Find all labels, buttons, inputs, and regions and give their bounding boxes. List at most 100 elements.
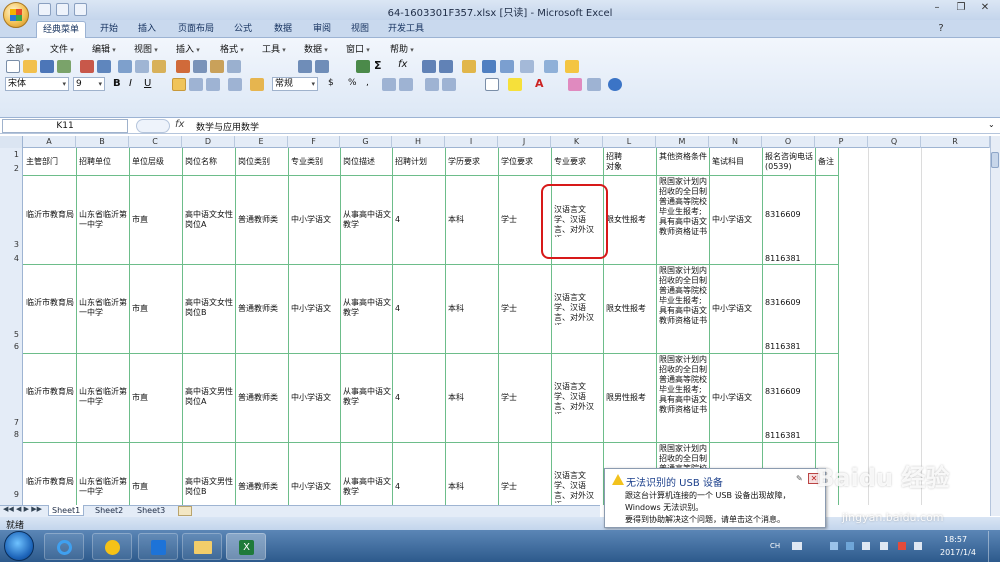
insert-sheet-icon[interactable] — [178, 506, 192, 516]
zoom-icon[interactable] — [520, 60, 534, 73]
cell[interactable]: 市直 — [131, 393, 181, 403]
col-header-q[interactable]: Q — [868, 136, 921, 148]
shield-icon[interactable] — [846, 542, 854, 550]
vertical-scrollbar[interactable] — [990, 136, 1000, 516]
font-color-icon[interactable]: A — [535, 77, 544, 90]
col-header-j[interactable]: J — [498, 136, 551, 148]
sheet-tab-2[interactable]: Sheet2 — [92, 505, 126, 516]
comma-icon[interactable]: , — [366, 78, 369, 88]
expand-formula-icon[interactable]: ⌄ — [988, 120, 995, 129]
header-cell[interactable]: 岗位名称 — [184, 157, 234, 167]
header-cell[interactable]: 学历要求 — [447, 157, 497, 167]
name-box[interactable]: K11 — [2, 119, 128, 133]
autosum-icon[interactable]: Σ — [374, 59, 382, 72]
show-desktop-button[interactable] — [988, 531, 1000, 562]
align-center-icon[interactable] — [189, 78, 203, 91]
percent-icon[interactable]: % — [348, 78, 357, 88]
cell[interactable]: 本科 — [447, 393, 497, 403]
row-header-6[interactable]: 6 — [0, 342, 23, 354]
cell[interactable]: 山东省临沂第一中学 — [78, 210, 128, 232]
media-app-icon[interactable] — [138, 533, 178, 560]
sheet-nav-icon[interactable]: ◀◀ ◀ ▶ ▶▶ — [3, 505, 42, 513]
col-header-p[interactable]: P — [815, 136, 868, 148]
bold-button[interactable]: B — [113, 78, 121, 89]
office-button[interactable] — [3, 2, 29, 28]
cell[interactable]: 中小学语文 — [711, 304, 761, 314]
col-header-r[interactable]: R — [921, 136, 990, 148]
clipboard-icon[interactable] — [227, 60, 241, 73]
styles-icon[interactable] — [568, 78, 582, 91]
print-icon[interactable] — [80, 60, 94, 73]
cell[interactable]: 普通教师类 — [237, 215, 287, 225]
cut-icon[interactable] — [176, 60, 190, 73]
cell[interactable]: 限女性报考 — [605, 304, 655, 314]
cell[interactable]: 限国家计划内招收的全日制普通高等院校毕业生报考;具有高中语文教师资格证书 — [658, 266, 708, 352]
chart-icon[interactable] — [482, 60, 496, 73]
print-preview-icon[interactable] — [97, 60, 111, 73]
cell[interactable]: 汉语言文学、汉语言、对外汉语 — [553, 471, 601, 503]
menu-all[interactable]: 全部 — [6, 42, 30, 55]
cell[interactable]: 汉语言文学、汉语言、对外汉语 — [553, 382, 601, 414]
header-cell[interactable]: 专业类别 — [290, 157, 339, 167]
select-all-button[interactable] — [0, 136, 23, 148]
copy-icon[interactable] — [193, 60, 207, 73]
col-header-l[interactable]: L — [603, 136, 656, 148]
find-icon[interactable] — [587, 78, 601, 91]
increase-indent-icon[interactable] — [442, 78, 456, 91]
language-indicator[interactable]: CH — [770, 542, 780, 550]
chat-app-icon[interactable] — [92, 533, 132, 560]
office-help-icon[interactable] — [565, 60, 579, 73]
header-cell[interactable]: 岗位类别 — [237, 157, 287, 167]
col-header-n[interactable]: N — [709, 136, 762, 148]
menu-help[interactable]: 帮助 — [390, 42, 414, 55]
decrease-decimal-icon[interactable] — [399, 78, 413, 91]
macro-icon[interactable] — [544, 60, 558, 73]
alert-icon[interactable] — [898, 542, 906, 550]
merge-center-icon[interactable] — [228, 78, 242, 91]
header-cell[interactable]: 笔试科目 — [711, 157, 761, 167]
clock-time[interactable]: 18:57 — [944, 535, 967, 544]
col-header-f[interactable]: F — [288, 136, 340, 148]
cell[interactable]: 4 — [394, 393, 444, 403]
header-cell[interactable]: 主管部门 — [25, 157, 75, 167]
decrease-indent-icon[interactable] — [425, 78, 439, 91]
drawing-icon[interactable] — [500, 60, 514, 73]
fill-color-icon[interactable] — [508, 78, 522, 91]
col-header-g[interactable]: G — [340, 136, 392, 148]
cell[interactable]: 中小学语文 — [290, 482, 339, 492]
function-icon[interactable]: fx — [398, 59, 407, 70]
tab-home[interactable]: 开始 — [92, 21, 126, 38]
tab-review[interactable]: 审阅 — [305, 21, 339, 38]
col-header-b[interactable]: B — [76, 136, 129, 148]
row-header-4[interactable]: 4 — [0, 254, 23, 266]
scrollbar-thumb[interactable] — [991, 152, 999, 168]
usb-icon[interactable] — [880, 542, 888, 550]
header-cell[interactable]: 单位层级 — [131, 157, 181, 167]
col-header-k[interactable]: K — [551, 136, 603, 148]
col-header-c[interactable]: C — [129, 136, 182, 148]
menu-view[interactable]: 视图 — [134, 42, 158, 55]
wrap-text-icon[interactable] — [250, 78, 264, 91]
cell[interactable]: 限女性报考 — [605, 215, 655, 225]
cell[interactable]: 中小学语文 — [290, 304, 339, 314]
cell[interactable]: 本科 — [447, 482, 497, 492]
tab-formulas[interactable]: 公式 — [226, 21, 260, 38]
cell[interactable]: 山东省临沂第一中学 — [78, 477, 128, 499]
col-header-o[interactable]: O — [762, 136, 815, 148]
spelling-icon[interactable] — [118, 60, 132, 73]
tab-classic-menu[interactable]: 经典菜单 — [36, 21, 86, 38]
cell[interactable]: 高中语文男性岗位B — [184, 477, 234, 499]
cell[interactable]: 本科 — [447, 215, 497, 225]
tray-icon[interactable] — [830, 542, 838, 550]
cell[interactable]: 中小学语文 — [290, 393, 339, 403]
menu-window[interactable]: 窗口 — [346, 42, 370, 55]
cell[interactable]: 临沂市教育局 — [25, 298, 75, 320]
help-icon[interactable]: ? — [934, 22, 948, 36]
menu-insert[interactable]: 插入 — [176, 42, 200, 55]
cell[interactable]: 8116381 — [764, 431, 814, 441]
options-icon[interactable]: ✎ — [796, 474, 803, 483]
cell[interactable]: 高中语文女性岗位A — [184, 210, 234, 232]
row-header-5[interactable]: 5 — [0, 330, 23, 342]
insert-function-button[interactable]: fx — [175, 119, 184, 130]
font-size-select[interactable]: 9 — [73, 77, 105, 91]
